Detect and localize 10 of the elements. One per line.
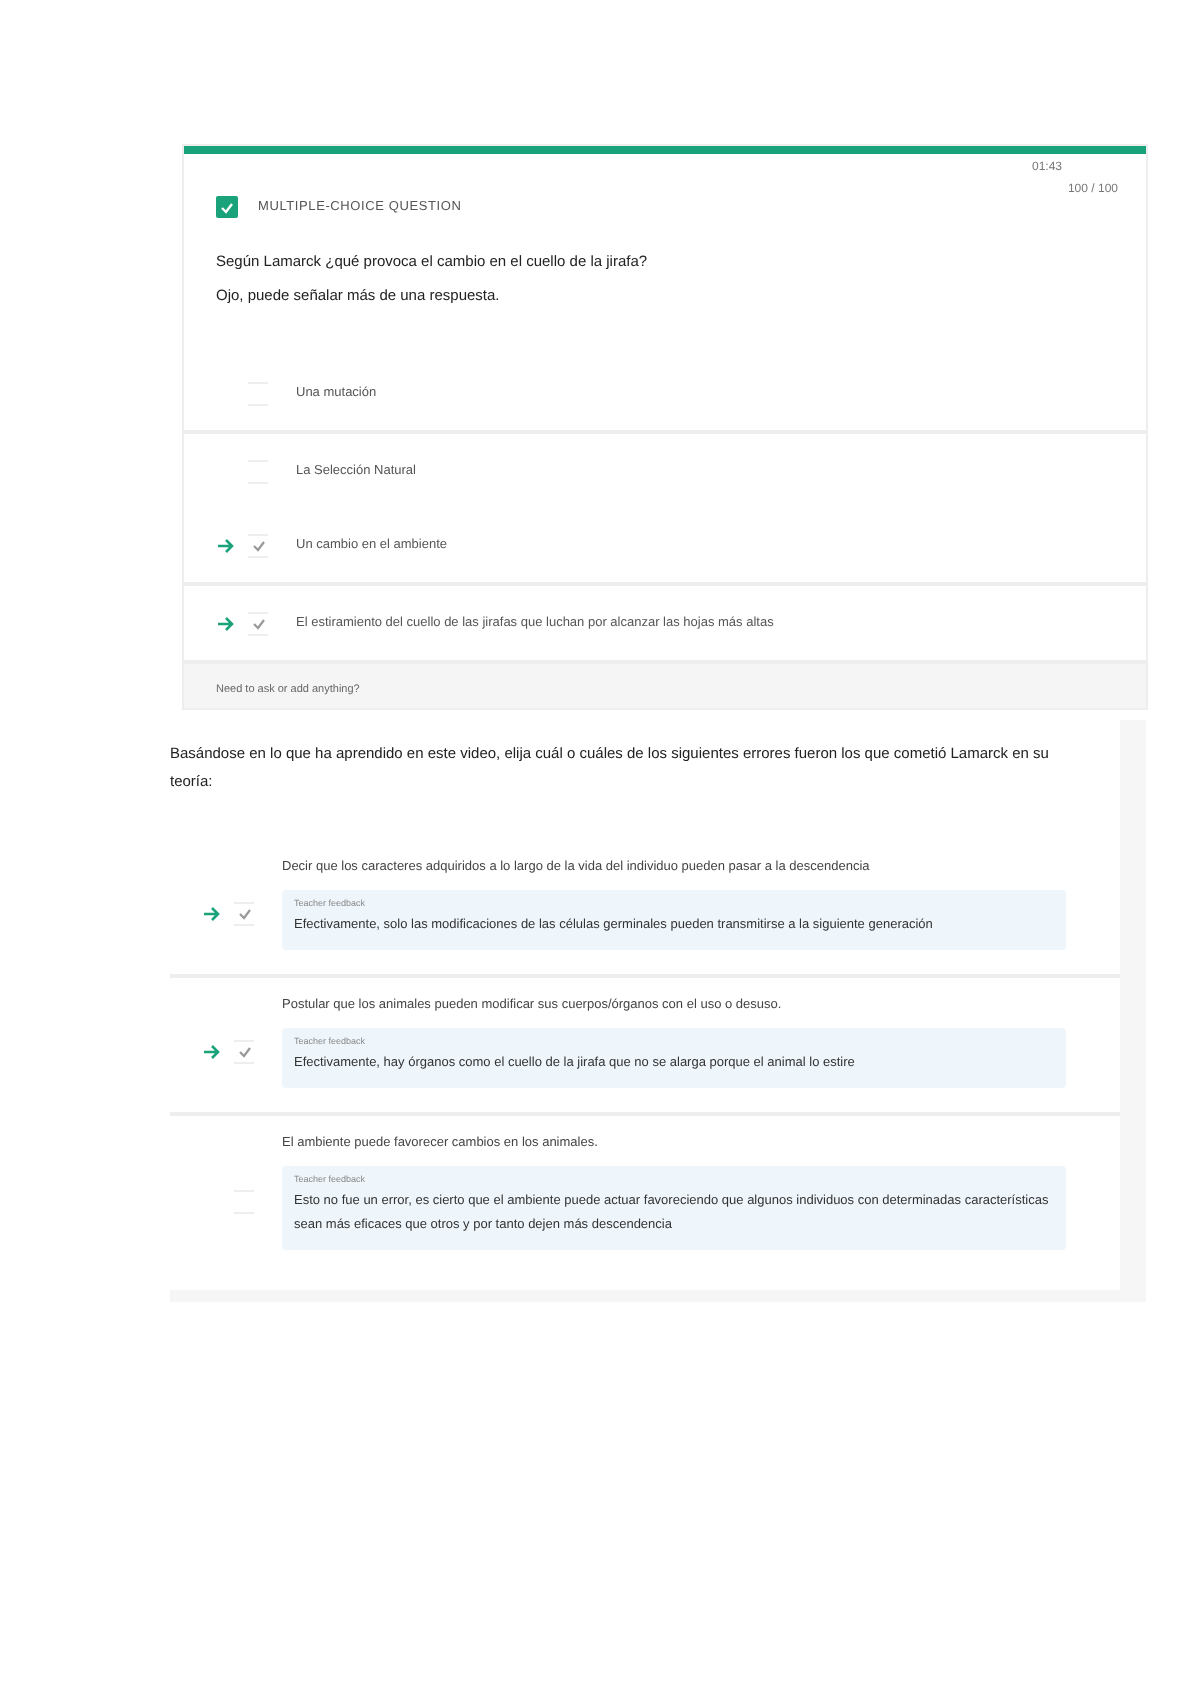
check-icon xyxy=(237,1045,251,1057)
answer-checkbox[interactable] xyxy=(234,1039,254,1063)
answer-checkbox[interactable] xyxy=(248,611,268,635)
answer-checkbox[interactable] xyxy=(248,533,268,557)
check-icon xyxy=(251,617,265,629)
check-icon xyxy=(251,539,265,551)
check-icon xyxy=(237,907,251,919)
question-checkbox[interactable] xyxy=(216,196,238,218)
answer-checkbox[interactable] xyxy=(234,901,254,925)
check-icon xyxy=(220,201,234,213)
